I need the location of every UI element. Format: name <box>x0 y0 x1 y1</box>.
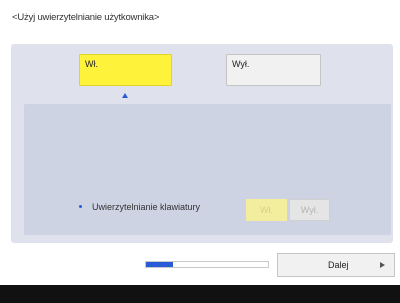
bottom-status-bar <box>0 285 400 303</box>
off-button[interactable]: Wył. <box>226 54 321 86</box>
progress-bar <box>145 261 269 268</box>
next-button[interactable]: Dalej <box>277 253 395 277</box>
dialog-title: <Użyj uwierzytelnianie użytkownika> <box>12 12 160 23</box>
bullet-icon <box>79 205 82 208</box>
chevron-right-icon <box>380 262 385 268</box>
next-button-label: Dalej <box>328 260 349 270</box>
keyboard-auth-off-button[interactable]: Wył. <box>289 199 330 221</box>
keyboard-auth-label: Uwierzytelnianie klawiatury <box>92 202 201 212</box>
progress-fill <box>146 262 173 267</box>
sub-settings-panel <box>24 104 391 235</box>
on-button[interactable]: Wł. <box>79 54 172 86</box>
keyboard-auth-on-button[interactable]: Wł. <box>246 199 287 221</box>
selection-caret-icon <box>122 93 128 98</box>
